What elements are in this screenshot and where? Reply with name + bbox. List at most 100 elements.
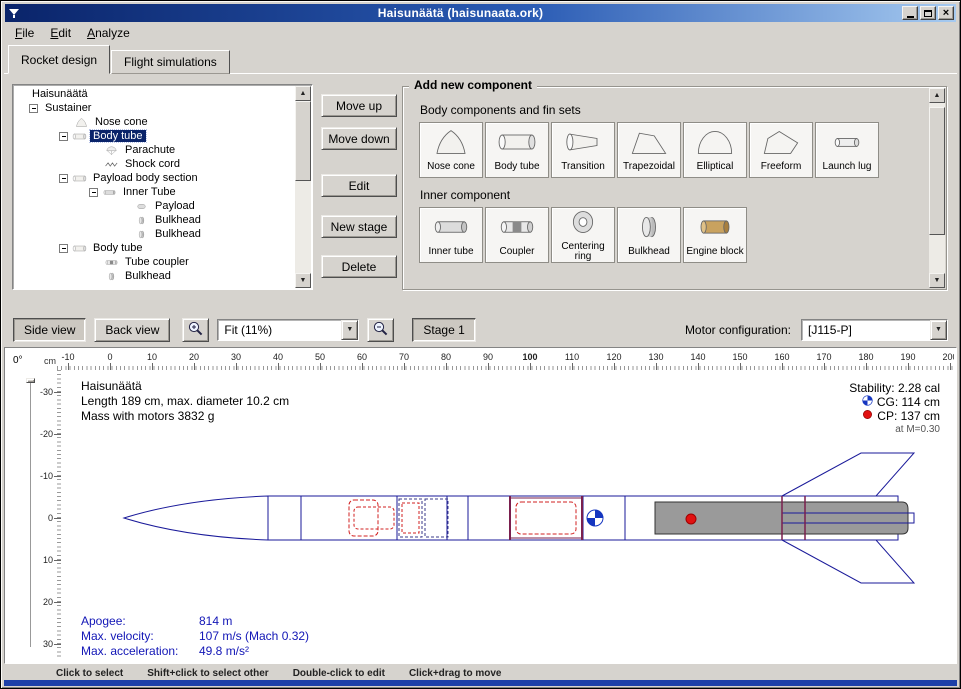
menu-analyze[interactable]: Analyze xyxy=(79,23,138,43)
tree-item[interactable]: Haisunäätä xyxy=(15,87,294,101)
tree-item-label: Payload body section xyxy=(90,172,201,184)
flight-data-row: Apogee:814 m xyxy=(81,614,309,629)
app-window: Haisunäätä (haisunaata.ork) × FileEditAn… xyxy=(0,0,961,689)
flight-data-value: 49.8 m/s² xyxy=(199,644,249,659)
rotation-slider[interactable] xyxy=(26,378,35,647)
stability-value: Stability: 2.28 cal xyxy=(849,381,940,395)
bottom-strip xyxy=(4,680,957,686)
zoom-level-value: Fit (11%) xyxy=(218,320,341,340)
parachute-icon xyxy=(104,145,119,156)
scroll-track[interactable] xyxy=(929,103,945,273)
delete-button[interactable]: Delete xyxy=(321,255,397,278)
maximize-button[interactable] xyxy=(920,6,936,20)
scroll-thumb[interactable] xyxy=(295,101,311,181)
zoom-level-select[interactable]: Fit (11%) ▼ xyxy=(217,319,359,341)
add-centering-ring-button[interactable]: Centering ring xyxy=(551,207,615,263)
flight-data-value: 107 m/s (Mach 0.32) xyxy=(199,629,309,644)
tree-item[interactable]: Sustainer xyxy=(15,101,294,115)
move-down-button[interactable]: Move down xyxy=(321,127,397,150)
side-view-button[interactable]: Side view xyxy=(13,318,86,342)
tree-scrollbar[interactable]: ▲ ▼ xyxy=(295,86,311,288)
scroll-thumb[interactable] xyxy=(929,107,945,235)
edit-button[interactable]: Edit xyxy=(321,174,397,197)
flight-data-label: Apogee: xyxy=(81,614,199,629)
zoom-in-button[interactable] xyxy=(182,318,209,342)
tree-expander-icon[interactable] xyxy=(59,244,68,253)
motor-configuration-select[interactable]: [J115-P] ▼ xyxy=(801,319,948,341)
add-transition-button[interactable]: Transition xyxy=(551,122,615,178)
add-panel-scrollbar[interactable]: ▲ ▼ xyxy=(929,88,945,288)
tree-expander-icon[interactable] xyxy=(89,188,98,197)
shockcord-icon xyxy=(104,159,119,170)
title-bar[interactable]: Haisunäätä (haisunaata.ork) × xyxy=(5,4,956,22)
component-tree-panel: HaisunäätäSustainerNose coneBody tubePar… xyxy=(12,84,313,290)
add-inner-tube-button[interactable]: Inner tube xyxy=(419,207,483,263)
chevron-down-icon[interactable]: ▼ xyxy=(930,320,947,340)
bodytube-icon xyxy=(72,131,87,142)
add-bulkhead-button[interactable]: Bulkhead xyxy=(617,207,681,263)
tab-rocket-design[interactable]: Rocket design xyxy=(8,45,110,74)
tree-item[interactable]: Inner Tube xyxy=(15,185,294,199)
add-nose-cone-button[interactable]: Nose cone xyxy=(419,122,483,178)
slider-thumb[interactable] xyxy=(26,378,35,383)
add-component-panel: Add new component Body components and fi… xyxy=(402,86,947,290)
new-stage-button[interactable]: New stage xyxy=(321,215,397,238)
tree-item[interactable]: Nose cone xyxy=(15,115,294,129)
tree-item[interactable]: Bulkhead xyxy=(15,213,294,227)
app-icon[interactable] xyxy=(7,6,21,20)
tree-item[interactable]: Payload body section xyxy=(15,171,294,185)
tree-expander-icon[interactable] xyxy=(59,132,68,141)
add-elliptical-button[interactable]: Elliptical xyxy=(683,122,747,178)
menu-edit[interactable]: Edit xyxy=(42,23,79,43)
hint-text: Double-click to edit xyxy=(293,668,385,679)
component-button-label: Centering ring xyxy=(552,242,614,262)
chevron-down-icon[interactable]: ▼ xyxy=(341,320,358,340)
tab-flight-simulations[interactable]: Flight simulations xyxy=(111,50,230,74)
motor-configuration-value: [J115-P] xyxy=(802,320,930,340)
component-button-label: Body tube xyxy=(494,162,539,172)
slider-track xyxy=(30,378,31,647)
add-launch-lug-button[interactable]: Launch lug xyxy=(815,122,879,178)
window-title: Haisunäätä (haisunaata.ork) xyxy=(21,6,900,20)
stage-1-toggle[interactable]: Stage 1 xyxy=(412,318,475,342)
tab-bar: Rocket designFlight simulations xyxy=(8,45,231,74)
elliptical-icon xyxy=(693,128,737,161)
tree-item[interactable]: Parachute xyxy=(15,143,294,157)
ruler-label: 40 xyxy=(273,352,283,362)
tree-expander-icon[interactable] xyxy=(29,104,38,113)
tree-item[interactable]: Shock cord xyxy=(15,157,294,171)
scroll-up-icon[interactable]: ▲ xyxy=(295,86,311,101)
scroll-track[interactable] xyxy=(295,101,311,273)
ruler-label: 20 xyxy=(189,352,199,362)
add-freeform-button[interactable]: Freeform xyxy=(749,122,813,178)
freeform-icon xyxy=(759,128,803,161)
tree-item[interactable]: Tube coupler xyxy=(15,255,294,269)
tree-item[interactable]: Bulkhead xyxy=(15,227,294,241)
stability-info: Stability: 2.28 cal CG: 114 cm CP: 137 c… xyxy=(849,381,940,437)
tree-item[interactable]: Body tube xyxy=(15,241,294,255)
ruler-label: 30 xyxy=(231,352,241,362)
bodytube-icon xyxy=(72,173,87,184)
component-button-label: Coupler xyxy=(499,247,534,257)
move-up-button[interactable]: Move up xyxy=(321,94,397,117)
scroll-down-icon[interactable]: ▼ xyxy=(929,273,945,288)
add-trapezoidal-button[interactable]: Trapezoidal xyxy=(617,122,681,178)
ruler-label: 70 xyxy=(399,352,409,362)
tree-expander-icon[interactable] xyxy=(59,174,68,183)
tree-item[interactable]: Body tube xyxy=(15,129,294,143)
menu-file[interactable]: File xyxy=(7,23,42,43)
add-engine-block-button[interactable]: Engine block xyxy=(683,207,747,263)
tree-item[interactable]: Bulkhead xyxy=(15,269,294,283)
minimize-button[interactable] xyxy=(902,6,918,20)
zoom-out-button[interactable] xyxy=(367,318,394,342)
component-button-label: Bulkhead xyxy=(628,247,670,257)
scroll-down-icon[interactable]: ▼ xyxy=(295,273,311,288)
tree-item[interactable]: Payload xyxy=(15,199,294,213)
back-view-button[interactable]: Back view xyxy=(94,318,170,342)
add-coupler-button[interactable]: Coupler xyxy=(485,207,549,263)
add-component-content: Body components and fin setsNose coneBod… xyxy=(405,89,928,287)
scroll-up-icon[interactable]: ▲ xyxy=(929,88,945,103)
close-button[interactable]: × xyxy=(938,6,954,20)
add-body-tube-button[interactable]: Body tube xyxy=(485,122,549,178)
rocket-view[interactable]: 0° cm -100102030405060708090100110120130… xyxy=(4,347,957,664)
